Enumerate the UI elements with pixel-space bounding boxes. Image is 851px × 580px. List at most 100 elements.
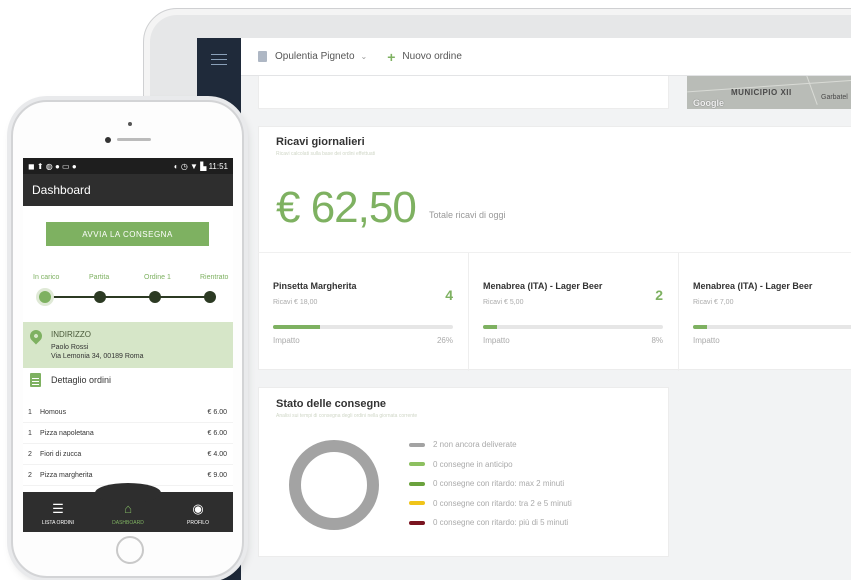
impact-value: 8%: [651, 336, 663, 345]
legend-label: 0 consegne in anticipo: [433, 459, 513, 469]
delivery-donut-chart: [289, 440, 379, 530]
step-dot: [94, 291, 106, 303]
kpi-revenue: Ricavi € 5,00: [483, 299, 524, 306]
phone-camera: [105, 137, 111, 143]
kpi-revenue: Ricavi € 7,00: [693, 299, 734, 306]
legend-item: 0 consegne con ritardo: più di 5 minuti: [409, 513, 572, 533]
address-title: INDIRIZZO: [51, 330, 91, 339]
list-item: 2 Fiori di zucca € 4.00: [23, 444, 233, 465]
store-name: Opulentia Pigneto: [275, 51, 355, 62]
store-icon: [258, 51, 267, 62]
progress-line: [45, 296, 213, 298]
impact-bar: [273, 325, 453, 329]
impact-label: Impatto: [483, 336, 510, 345]
nav-item-dashboard[interactable]: ⌂ DASHBOARD: [93, 492, 163, 532]
menu-icon[interactable]: [211, 54, 227, 69]
legend-swatch: [409, 501, 425, 506]
kpi-card: Menabrea (ITA) - Lager Beer Ricavi € 5,0…: [469, 253, 679, 371]
impact-bar: [483, 325, 663, 329]
impact-bar-fill: [693, 325, 708, 329]
store-selector[interactable]: Opulentia Pigneto ⌄: [258, 51, 367, 62]
nav-item-profile[interactable]: ◉ PROFILO: [163, 492, 233, 532]
step-dot: [204, 291, 216, 303]
order-price: € 6.00: [207, 408, 227, 416]
order-qty: 1: [28, 429, 32, 437]
list-icon: ☰: [52, 501, 64, 516]
document-icon: [30, 373, 41, 387]
main-content: MUNICIPIO XII Garbatel Google Ricavi gio…: [241, 76, 851, 580]
bottom-nav: ☰ LISTA ORDINI ⌂ DASHBOARD ◉ PROFILO: [23, 483, 233, 532]
kpi-name: Pinsetta Margherita: [273, 281, 357, 291]
profile-icon: ◉: [192, 501, 204, 516]
map[interactable]: MUNICIPIO XII Garbatel Google: [687, 76, 851, 109]
kpi-revenue: Ricavi € 18,00: [273, 299, 318, 306]
legend-item: 0 consegne in anticipo: [409, 455, 572, 475]
address-box: INDIRIZZO Paolo Rossi Via Lemonia 34, 00…: [23, 322, 233, 368]
list-item: 1 Pizza napoletana € 6.00: [23, 423, 233, 444]
order-details-title: Dettaglio ordini: [51, 375, 112, 385]
address-name: Paolo Rossi: [51, 344, 89, 351]
status-bar: ◼ ⬆ ◍ ● ▭ ● ◐ ◷ ▼ ▙ 11:51: [23, 158, 233, 174]
order-price: € 6.00: [207, 429, 227, 437]
phone-home-button[interactable]: [116, 536, 144, 564]
revenue-subtitle: Ricavi calcolati sulla base dei ordini e…: [276, 151, 376, 157]
impact-bar-fill: [273, 325, 320, 329]
nav-label: PROFILO: [187, 520, 209, 526]
revenue-amount: € 62,50: [276, 183, 417, 232]
kpi-qty: 4: [445, 287, 453, 303]
impact-bar: [693, 325, 851, 329]
nav-label: DASHBOARD: [112, 520, 144, 526]
legend-label: 0 consegne con ritardo: max 2 minuti: [433, 479, 565, 489]
app-title: Dashboard: [32, 183, 91, 197]
order-qty: 2: [28, 471, 32, 479]
legend-item: 0 consegne con ritardo: tra 2 e 5 minuti: [409, 494, 572, 514]
order-qty: 1: [28, 408, 32, 416]
revenue-card: Ricavi giornalieri Ricavi calcolati sull…: [258, 126, 851, 254]
nav-label: LISTA ORDINI: [41, 520, 75, 526]
map-label-municipio: MUNICIPIO XII: [731, 88, 792, 97]
kpi-name: Menabrea (ITA) - Lager Beer: [483, 281, 603, 291]
step-label: Ordine 1: [144, 274, 171, 281]
legend-swatch: [409, 442, 425, 447]
top-bar: Opulentia Pigneto ⌄ + Nuovo ordine: [241, 38, 851, 76]
impact-label: Impatto: [273, 336, 300, 345]
list-item: 1 Homous € 6.00: [23, 402, 233, 423]
legend-swatch: [409, 462, 425, 467]
kpi-qty: 2: [655, 287, 663, 303]
step-label: Partita: [89, 274, 110, 281]
step-label: In carico: [33, 274, 60, 281]
new-order-label: Nuovo ordine: [402, 51, 462, 62]
delivery-subtitle: Analisi sui tempi di consegna degli ordi…: [276, 413, 418, 419]
legend-swatch: [409, 520, 425, 525]
revenue-caption: Totale ricavi di oggi: [429, 210, 506, 220]
kpi-name: Menabrea (ITA) - Lager Beer: [693, 281, 813, 291]
new-order-button[interactable]: + Nuovo ordine: [387, 50, 462, 64]
google-logo: Google: [693, 98, 724, 108]
plus-icon: +: [387, 48, 396, 65]
legend-label: 0 consegne con ritardo: tra 2 e 5 minuti: [433, 498, 572, 508]
chevron-down-icon: ⌄: [360, 52, 368, 61]
step-label: Rientrato: [200, 274, 229, 281]
legend-label: 0 consegne con ritardo: più di 5 minuti: [433, 518, 569, 528]
status-icons-right: ◐ ◷ ▼ ▙ 11:51: [173, 161, 228, 171]
delivery-title: Stato delle consegne: [276, 398, 387, 410]
stage: Opulentia Pigneto ⌄ + Nuovo ordine MUNIC…: [0, 0, 851, 580]
nav-item-orders[interactable]: ☰ LISTA ORDINI: [23, 492, 93, 532]
step-dot: [39, 291, 51, 303]
phone-speaker: [117, 138, 151, 141]
legend-item: 2 non ancora deliverate: [409, 435, 572, 455]
revenue-title: Ricavi giornalieri: [276, 136, 365, 148]
impact-value: 26%: [436, 336, 453, 345]
delivery-progress: In carico Partita Ordine 1 Rientrato: [23, 274, 233, 310]
phone-sensor: [128, 122, 132, 126]
home-icon: ⌂: [124, 501, 132, 516]
legend-swatch: [409, 481, 425, 486]
tablet-screen: Opulentia Pigneto ⌄ + Nuovo ordine MUNIC…: [197, 38, 851, 580]
kpi-card: Pinsetta Margherita Ricavi € 18,00 4 Imp…: [259, 253, 469, 371]
order-details-header: Dettaglio ordini: [23, 370, 233, 392]
top-card: [258, 76, 669, 109]
start-delivery-button[interactable]: AVVIA LA CONSEGNA: [46, 222, 209, 246]
order-list: 1 Homous € 6.00 1 Pizza napoletana € 6.00 2F…: [23, 402, 233, 486]
order-qty: 2: [28, 450, 32, 458]
map-pin-icon: [27, 327, 45, 345]
